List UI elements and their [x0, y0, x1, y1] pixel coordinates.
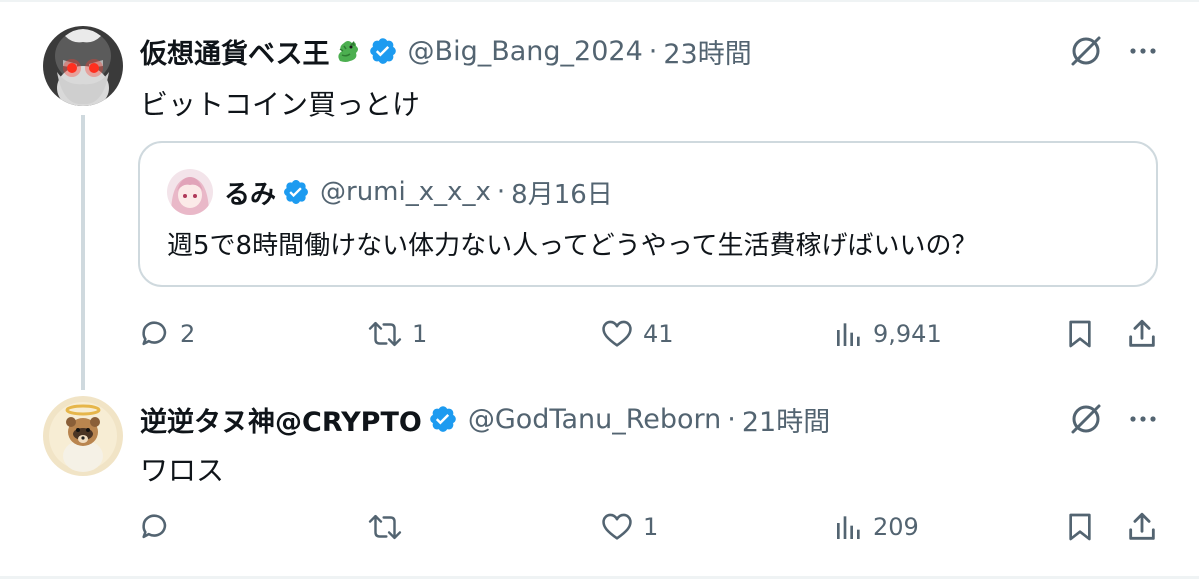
views-button[interactable]: 9,941: [833, 317, 942, 351]
verified-badge-icon: [428, 404, 458, 434]
quote-text: 週5で8時間働けない体力ない人ってどうやって生活費稼げばいいの？: [167, 231, 978, 261]
reply-button[interactable]: 2: [138, 317, 195, 351]
repost-button[interactable]: [366, 510, 412, 544]
post-header: 逆逆タヌ神@CRYPTO @GodTanu_Reborn · 21時間: [140, 399, 830, 439]
views-count: 209: [873, 513, 919, 541]
verified-badge-icon: [368, 36, 398, 66]
like-button[interactable]: 1: [599, 510, 658, 544]
quote-date[interactable]: 8月16日: [511, 174, 613, 211]
quote-avatar[interactable]: [167, 169, 213, 215]
thread-connector: [81, 115, 85, 390]
quoted-post[interactable]: るみ @rumi_x_x_x · 8月16日 週5で8時間働けない体力ない人って…: [138, 141, 1158, 287]
views-button[interactable]: 209: [833, 510, 919, 544]
post[interactable]: 仮想通貨ベス王 @Big_Bang_2024 · 23時間 ビットコイン買っとけ…: [0, 0, 1199, 390]
repost-count: 1: [412, 320, 428, 348]
grok-icon[interactable]: [1068, 33, 1104, 69]
repost-icon: [366, 510, 404, 544]
share-button[interactable]: [1125, 317, 1159, 351]
quote-display-name[interactable]: るみ: [224, 174, 276, 211]
more-icon[interactable]: [1125, 33, 1161, 69]
views-icon: [833, 317, 865, 351]
like-icon: [599, 317, 635, 351]
post-header: 仮想通貨ベス王 @Big_Bang_2024 · 23時間: [140, 31, 752, 71]
views-icon: [833, 510, 865, 544]
handle[interactable]: @Big_Bang_2024: [408, 36, 643, 67]
timestamp[interactable]: 21時間: [742, 400, 830, 439]
separator: ·: [727, 403, 736, 435]
like-count: 1: [643, 513, 659, 541]
post[interactable]: 逆逆タヌ神@CRYPTO @GodTanu_Reborn · 21時間 ワロス: [0, 382, 1199, 579]
timeline: 仮想通貨ベス王 @Big_Bang_2024 · 23時間 ビットコイン買っとけ…: [0, 0, 1199, 579]
share-icon: [1125, 317, 1159, 351]
reply-icon: [138, 510, 172, 544]
action-bar: 2 1 41 9,941: [138, 311, 1163, 355]
separator: ·: [496, 177, 506, 207]
more-icon[interactable]: [1125, 401, 1161, 437]
like-button[interactable]: 41: [599, 317, 674, 351]
share-button[interactable]: [1125, 510, 1159, 544]
repost-icon: [366, 317, 404, 351]
timestamp[interactable]: 23時間: [663, 32, 751, 71]
verified-badge-icon: [282, 178, 310, 206]
reply-count: 2: [180, 320, 196, 348]
quote-handle[interactable]: @rumi_x_x_x: [320, 177, 491, 207]
bookmark-icon: [1064, 510, 1096, 544]
reply-icon: [138, 317, 172, 351]
views-count: 9,941: [873, 320, 942, 348]
display-name[interactable]: 仮想通貨ベス王: [140, 32, 330, 71]
post-text: ワロス: [140, 454, 225, 487]
like-icon: [599, 510, 635, 544]
grok-icon[interactable]: [1068, 401, 1104, 437]
avatar[interactable]: [43, 396, 123, 476]
quote-header: るみ @rumi_x_x_x · 8月16日: [224, 172, 613, 212]
handle[interactable]: @GodTanu_Reborn: [468, 404, 721, 435]
reply-button[interactable]: [138, 510, 180, 544]
avatar[interactable]: [43, 26, 123, 106]
dragon-emoji-icon: [334, 37, 362, 65]
bookmark-button[interactable]: [1064, 317, 1096, 351]
share-icon: [1125, 510, 1159, 544]
separator: ·: [648, 35, 658, 67]
action-bar: 1 209: [138, 506, 1163, 550]
like-count: 41: [643, 320, 674, 348]
repost-button[interactable]: 1: [366, 317, 427, 351]
post-text: ビットコイン買っとけ: [140, 88, 421, 121]
bookmark-button[interactable]: [1064, 510, 1096, 544]
bookmark-icon: [1064, 317, 1096, 351]
display-name[interactable]: 逆逆タヌ神@CRYPTO: [140, 400, 422, 439]
